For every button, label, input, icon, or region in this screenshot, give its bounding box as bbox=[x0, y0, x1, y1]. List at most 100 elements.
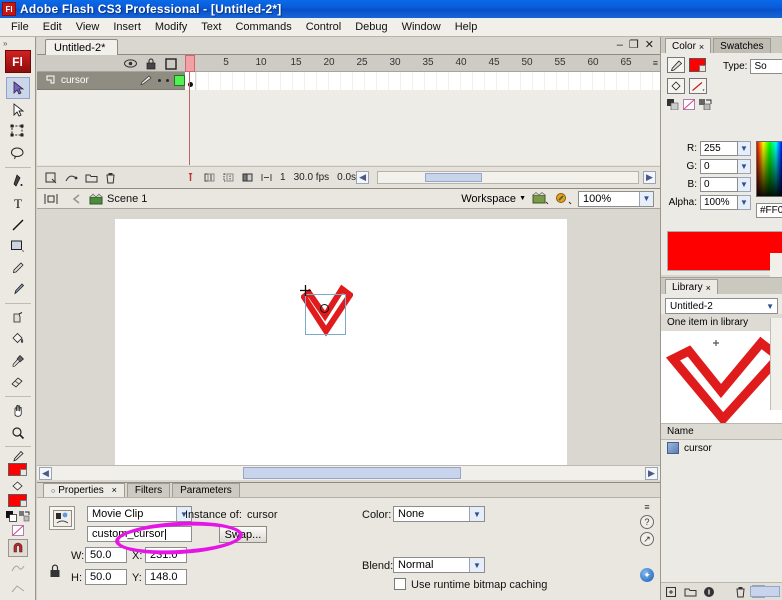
menu-view[interactable]: View bbox=[69, 19, 107, 35]
stroke-style-icon[interactable] bbox=[689, 78, 707, 94]
straighten-icon[interactable] bbox=[6, 579, 30, 600]
timeline-scroll-thumb[interactable] bbox=[424, 173, 483, 182]
stage-canvas[interactable] bbox=[115, 219, 567, 473]
delete-item-icon[interactable] bbox=[735, 586, 746, 598]
library-chevron-down-icon[interactable]: ▼ bbox=[766, 302, 774, 311]
hex-color-input[interactable]: #FF0 bbox=[756, 203, 782, 218]
stage-scroll-left-button[interactable]: ◀ bbox=[39, 466, 52, 480]
menu-window[interactable]: Window bbox=[395, 19, 448, 35]
black-white-color-icon[interactable] bbox=[667, 99, 679, 110]
new-symbol-icon[interactable] bbox=[666, 586, 678, 598]
playhead-marker[interactable] bbox=[185, 55, 195, 72]
swap-colors-icon-2[interactable] bbox=[699, 99, 712, 110]
timeline-empty-area[interactable] bbox=[37, 90, 660, 165]
publish-preview-icon[interactable] bbox=[532, 191, 549, 206]
alpha-chevron-down-icon[interactable]: ▼ bbox=[738, 195, 751, 210]
color-gradient-picker[interactable] bbox=[756, 141, 782, 197]
alpha-input[interactable]: 100% bbox=[700, 195, 738, 210]
tab-parameters[interactable]: Parameters bbox=[172, 483, 240, 497]
red-chevron-down-icon[interactable]: ▼ bbox=[738, 141, 751, 156]
subselection-tool[interactable] bbox=[6, 99, 30, 121]
stroke-color-swatch[interactable] bbox=[8, 463, 27, 477]
width-input[interactable]: 50.0 bbox=[85, 547, 127, 563]
tab-filters[interactable]: Filters bbox=[126, 483, 171, 497]
stage-scroll-thumb[interactable] bbox=[242, 467, 461, 479]
help-icon[interactable]: ? bbox=[640, 515, 654, 529]
color-type-combo[interactable]: So bbox=[750, 59, 782, 74]
paint-bucket-tool[interactable] bbox=[6, 329, 30, 351]
back-arrow-icon[interactable] bbox=[71, 193, 83, 205]
menu-insert[interactable]: Insert bbox=[106, 19, 148, 35]
text-tool[interactable]: T bbox=[6, 192, 30, 214]
document-tab-untitled-2[interactable]: Untitled-2* bbox=[45, 39, 119, 56]
minimize-button[interactable]: – bbox=[617, 40, 623, 51]
menu-control[interactable]: Control bbox=[299, 19, 348, 35]
selection-tool[interactable] bbox=[5, 77, 30, 99]
frames-track[interactable] bbox=[185, 72, 660, 90]
accessibility-globe-icon[interactable]: ✦ bbox=[640, 568, 654, 582]
layer-outline-color[interactable] bbox=[174, 75, 185, 86]
library-name-column-header[interactable]: Name bbox=[661, 423, 782, 440]
green-chevron-down-icon[interactable]: ▼ bbox=[738, 159, 751, 174]
no-color-icon[interactable] bbox=[12, 525, 24, 537]
blend-chevron-down-icon[interactable]: ▼ bbox=[469, 558, 484, 572]
pencil-tool[interactable] bbox=[6, 257, 30, 279]
fill-bucket-icon[interactable] bbox=[667, 78, 685, 94]
free-transform-tool[interactable] bbox=[6, 121, 30, 143]
keyframe-1[interactable] bbox=[185, 72, 196, 90]
blue-input[interactable]: 0 bbox=[700, 177, 738, 192]
library-item-cursor[interactable]: cursor bbox=[661, 440, 782, 456]
blue-chevron-down-icon[interactable]: ▼ bbox=[738, 177, 751, 192]
selection-bounding-box[interactable] bbox=[305, 294, 346, 335]
zoom-level-combo[interactable]: 100% ▼ bbox=[578, 190, 654, 207]
tab-properties[interactable]: ○ Properties × bbox=[43, 483, 125, 497]
blend-combo[interactable]: Normal ▼ bbox=[393, 557, 485, 573]
stroke-pencil-icon[interactable] bbox=[667, 57, 685, 73]
scene-label[interactable]: Scene 1 bbox=[107, 193, 147, 205]
brush-tool[interactable] bbox=[6, 278, 30, 300]
menu-help[interactable]: Help bbox=[448, 19, 485, 35]
restore-button[interactable]: ❐ bbox=[629, 40, 639, 51]
visibility-dot[interactable] bbox=[158, 79, 161, 82]
menu-file[interactable]: File bbox=[4, 19, 36, 35]
black-white-icon[interactable] bbox=[5, 511, 17, 523]
green-input[interactable]: 0 bbox=[700, 159, 738, 174]
pen-tool[interactable] bbox=[6, 171, 30, 193]
close-button[interactable]: ✕ bbox=[645, 40, 654, 51]
y-input[interactable]: 148.0 bbox=[145, 569, 187, 585]
color-effect-chevron-down-icon[interactable]: ▼ bbox=[469, 507, 484, 521]
layer-row-cursor[interactable]: cursor bbox=[37, 72, 660, 90]
workspace-menu[interactable]: Workspace ▼ bbox=[461, 193, 526, 205]
library-document-combo[interactable]: Untitled-2 ▼ bbox=[665, 298, 778, 314]
swap-colors-icon[interactable] bbox=[18, 511, 30, 522]
timeline-scroll-right-button[interactable]: ▶ bbox=[643, 171, 656, 184]
tab-color[interactable]: Color × bbox=[665, 38, 712, 53]
timeline-ruler[interactable]: 1 5 10 15 20 25 30 35 40 45 50 55 60 65 bbox=[185, 55, 646, 72]
hand-tool[interactable] bbox=[6, 400, 30, 422]
instance-name-input[interactable]: custom_cursor bbox=[87, 526, 192, 542]
smooth-icon[interactable] bbox=[6, 557, 30, 579]
eraser-tool[interactable] bbox=[6, 372, 30, 394]
color-stroke-swatch[interactable] bbox=[689, 58, 706, 72]
rectangle-tool[interactable] bbox=[6, 235, 30, 257]
fill-color-control[interactable] bbox=[8, 481, 27, 508]
x-input[interactable]: 231.0 bbox=[145, 547, 187, 563]
timeline-scroll-left-button[interactable]: ◀ bbox=[356, 171, 370, 184]
fps-indicator[interactable]: 30.0 fps bbox=[294, 172, 330, 183]
expand-arrow-icon[interactable]: ↗ bbox=[640, 532, 654, 546]
layer-name-cell[interactable]: cursor bbox=[37, 75, 185, 86]
menu-text[interactable]: Text bbox=[194, 19, 228, 35]
stage-horizontal-scrollbar[interactable]: ◀ ▶ bbox=[37, 465, 660, 480]
stage-scroll-right-button[interactable]: ▶ bbox=[645, 466, 658, 480]
symbol-type-combo[interactable]: Movie Clip ▼ bbox=[87, 506, 192, 522]
color-effect-combo[interactable]: None ▼ bbox=[393, 506, 485, 522]
tab-swatches[interactable]: Swatches bbox=[713, 38, 771, 53]
no-color-icon-2[interactable] bbox=[683, 99, 695, 110]
zoom-chevron-down-icon[interactable]: ▼ bbox=[639, 191, 653, 206]
lock-dot[interactable] bbox=[166, 79, 169, 82]
eyedropper-tool[interactable] bbox=[6, 350, 30, 372]
menu-edit[interactable]: Edit bbox=[36, 19, 69, 35]
close-properties-icon[interactable]: × bbox=[112, 485, 117, 495]
library-preview-vscrollbar[interactable] bbox=[770, 318, 782, 410]
menu-debug[interactable]: Debug bbox=[348, 19, 394, 35]
